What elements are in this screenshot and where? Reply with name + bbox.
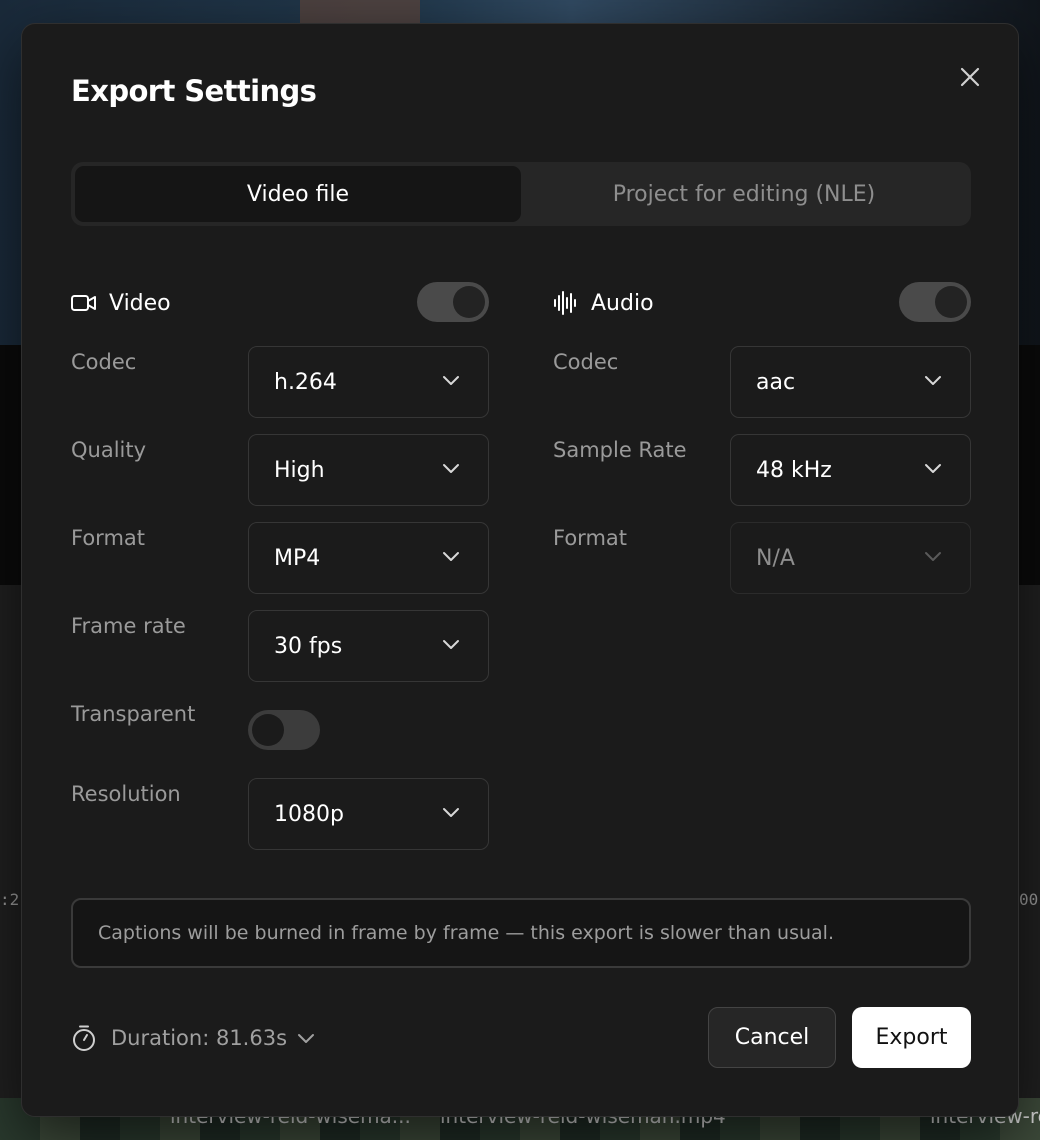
tab-video-file[interactable]: Video file [75, 166, 521, 222]
transparent-toggle[interactable] [248, 710, 320, 750]
sample-rate-select[interactable]: 48 kHz [730, 434, 971, 506]
audio-section-header: Audio [553, 282, 971, 324]
audio-enable-toggle[interactable] [899, 282, 971, 322]
chevron-down-icon [925, 376, 941, 385]
tab-project-nle[interactable]: Project for editing (NLE) [521, 166, 967, 222]
audio-waveform-icon [553, 290, 579, 316]
chevron-down-icon [925, 552, 941, 561]
audio-codec-value: aac [756, 369, 796, 395]
cancel-button[interactable]: Cancel [708, 1007, 836, 1068]
transparent-label: Transparent [71, 702, 196, 726]
video-codec-value: h.264 [274, 369, 337, 395]
export-settings-dialog: Export Settings Video file Project for e… [21, 23, 1019, 1117]
timecode-right: 00 [1019, 890, 1039, 909]
toggle-knob [935, 286, 967, 318]
video-camera-icon [71, 290, 97, 316]
chevron-down-icon [297, 1032, 315, 1044]
audio-format-select: N/A [730, 522, 971, 594]
captions-notice: Captions will be burned in frame by fram… [71, 898, 971, 968]
audio-codec-label: Codec [553, 350, 619, 374]
chevron-down-icon [443, 808, 459, 817]
stopwatch-icon [73, 1025, 95, 1051]
toggle-knob [453, 286, 485, 318]
video-enable-toggle[interactable] [417, 282, 489, 322]
chevron-down-icon [443, 640, 459, 649]
dialog-title: Export Settings [71, 74, 317, 108]
video-format-label: Format [71, 526, 146, 550]
timecode-left: :2 [0, 890, 20, 909]
audio-format-value: N/A [756, 545, 795, 571]
chevron-down-icon [443, 464, 459, 473]
video-codec-select[interactable]: h.264 [248, 346, 489, 418]
sample-rate-label: Sample Rate [553, 438, 687, 462]
toggle-knob [252, 714, 284, 746]
resolution-value: 1080p [274, 801, 344, 827]
audio-section-label: Audio [591, 290, 654, 316]
resolution-select[interactable]: 1080p [248, 778, 489, 850]
frame-rate-select[interactable]: 30 fps [248, 610, 489, 682]
duration-dropdown[interactable]: Duration: 81.63s [71, 1020, 315, 1056]
video-quality-label: Quality [71, 438, 147, 462]
chevron-down-icon [443, 552, 459, 561]
video-format-select[interactable]: MP4 [248, 522, 489, 594]
chevron-down-icon [925, 464, 941, 473]
sample-rate-value: 48 kHz [756, 457, 832, 483]
close-button[interactable] [953, 60, 987, 94]
close-icon [960, 67, 980, 87]
video-codec-label: Codec [71, 350, 137, 374]
resolution-label: Resolution [71, 782, 181, 806]
video-format-value: MP4 [274, 545, 321, 571]
video-quality-value: High [274, 457, 325, 483]
export-type-tabs: Video file Project for editing (NLE) [71, 162, 971, 226]
chevron-down-icon [443, 376, 459, 385]
export-button[interactable]: Export [852, 1007, 971, 1068]
video-quality-select[interactable]: High [248, 434, 489, 506]
video-section-label: Video [109, 290, 171, 316]
video-section-header: Video [71, 282, 489, 324]
audio-codec-select[interactable]: aac [730, 346, 971, 418]
audio-format-label: Format [553, 526, 628, 550]
frame-rate-label: Frame rate [71, 614, 186, 638]
frame-rate-value: 30 fps [274, 633, 343, 659]
duration-text: Duration: 81.63s [111, 1026, 288, 1050]
